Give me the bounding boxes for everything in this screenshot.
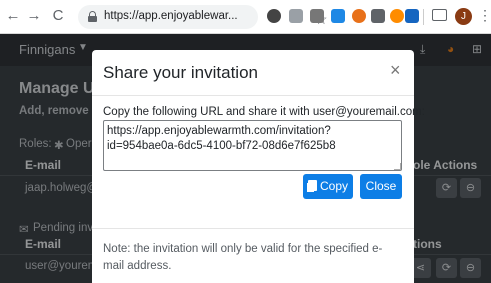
- extension-icon[interactable]: [405, 9, 419, 23]
- extension-icon[interactable]: [267, 9, 281, 23]
- modal-divider: [92, 228, 414, 229]
- back-arrow-icon[interactable]: ←: [3, 6, 23, 26]
- profile-avatar[interactable]: J: [455, 8, 472, 25]
- invitation-url-field[interactable]: https://app.enjoyablewarmth.com/invitati…: [103, 120, 402, 171]
- forward-arrow-icon[interactable]: →: [24, 6, 44, 26]
- invitation-note: Note: the invitation will only be valid …: [103, 243, 383, 272]
- copy-button[interactable]: Copy: [303, 174, 353, 199]
- lock-icon: [88, 11, 97, 22]
- extension-icon[interactable]: [310, 9, 324, 23]
- browser-toolbar: ← → C https://app.enjoyablewar... ☆ J ⋮: [0, 0, 491, 34]
- browser-menu-icon[interactable]: ⋮: [478, 7, 491, 24]
- extension-icon[interactable]: [390, 9, 404, 23]
- address-url: https://app.enjoyablewar...: [104, 10, 238, 22]
- close-icon[interactable]: ×: [390, 61, 401, 79]
- resize-handle-icon[interactable]: [394, 163, 401, 170]
- copy-icon: [307, 180, 317, 191]
- address-bar[interactable]: https://app.enjoyablewar... ☆: [78, 5, 328, 29]
- copy-button-label: Copy: [319, 179, 348, 193]
- extension-icon[interactable]: [371, 9, 385, 23]
- share-instructions: Copy the following URL and share it with…: [103, 106, 425, 118]
- modal-title: Share your invitation: [103, 63, 258, 82]
- extension-icon[interactable]: [331, 9, 345, 23]
- modal-divider: [92, 95, 414, 96]
- extension-icon[interactable]: [289, 9, 303, 23]
- toolbar-divider: [423, 9, 424, 25]
- cast-icon[interactable]: [432, 9, 447, 21]
- share-invitation-modal: Share your invitation × Copy the followi…: [92, 50, 425, 283]
- reload-icon[interactable]: C: [48, 6, 68, 26]
- close-button[interactable]: Close: [360, 174, 402, 199]
- extension-icon[interactable]: [352, 9, 366, 23]
